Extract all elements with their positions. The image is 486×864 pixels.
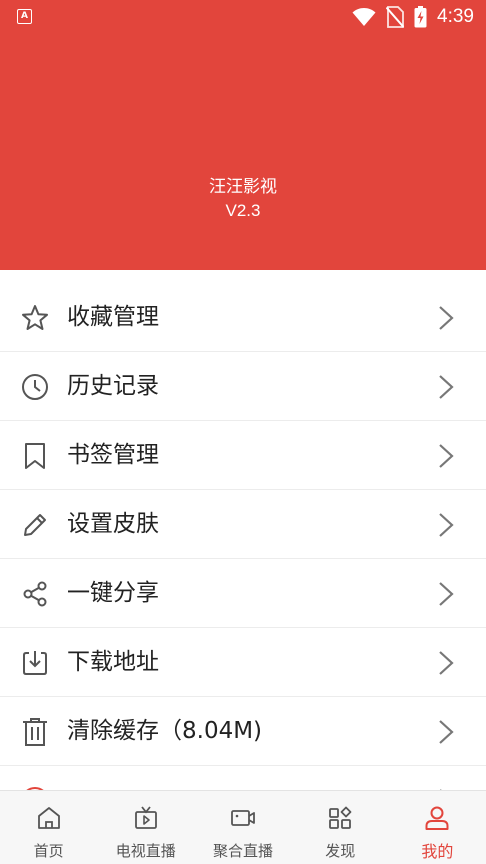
menu-item-download[interactable]: 下载地址: [0, 628, 486, 697]
status-time: 4:39: [437, 6, 474, 27]
menu-item-label: 清除缓存（8.04M): [67, 718, 263, 744]
no-sim-icon: [386, 6, 405, 28]
tab-discover[interactable]: 发现: [292, 791, 389, 864]
tab-aggregate-live[interactable]: 聚合直播: [194, 791, 291, 864]
chevron-right-icon: [439, 444, 454, 468]
menu-item-share[interactable]: 一键分享: [0, 559, 486, 628]
download-icon: [23, 651, 47, 675]
tab-label: 我的: [421, 842, 454, 861]
menu-item-favorites[interactable]: 收藏管理: [0, 283, 486, 352]
trash-icon: [23, 718, 47, 746]
home-icon: [37, 807, 60, 829]
menu-item-label: 一键分享: [67, 580, 159, 606]
notification-app-icon: A: [17, 9, 32, 24]
status-bar: A 4:39: [0, 0, 486, 34]
video-camera-icon: [231, 810, 255, 826]
menu-item-label: 书签管理: [67, 442, 159, 468]
bookmark-icon: [25, 443, 45, 469]
chevron-right-icon: [439, 375, 454, 399]
wifi-icon: [352, 8, 376, 26]
menu-item-skin[interactable]: 设置皮肤: [0, 490, 486, 559]
settings-menu: 收藏管理 历史记录 书签管理 设置皮肤 一键分享 下载地址 清除缓存（8.04M…: [0, 270, 486, 790]
menu-item-label: 设置皮肤: [67, 511, 159, 537]
tab-tv-live[interactable]: 电视直播: [97, 791, 194, 864]
clock-icon: [22, 374, 48, 400]
tab-label: 发现: [325, 842, 356, 860]
tab-home[interactable]: 首页: [0, 791, 97, 864]
chevron-right-icon: [439, 582, 454, 606]
app-screen: A 4:39 汪汪影视 V2.3 收藏管理 历史记录 书签管理 设置皮肤 一键分…: [0, 0, 486, 864]
chevron-right-icon: [439, 306, 454, 330]
pencil-icon: [24, 514, 46, 536]
tab-label: 聚合直播: [213, 842, 274, 860]
menu-item-label: 下载地址: [67, 649, 159, 675]
battery-charging-icon: [414, 6, 427, 28]
chevron-right-icon: [439, 651, 454, 675]
user-icon: [425, 806, 449, 830]
menu-item-label: 历史记录: [67, 373, 159, 399]
tab-label: 电视直播: [115, 842, 176, 860]
menu-item-partial[interactable]: [0, 766, 486, 790]
grid-icon: [329, 806, 352, 829]
star-icon: [22, 305, 48, 330]
menu-item-history[interactable]: 历史记录: [0, 352, 486, 421]
bottom-tab-bar: 首页 电视直播 聚合直播 发现 我的: [0, 790, 486, 864]
app-version: V2.3: [225, 201, 261, 220]
profile-header: A 4:39 汪汪影视 V2.3: [0, 0, 486, 270]
chevron-right-icon: [439, 720, 454, 744]
tv-icon: [134, 806, 157, 829]
share-icon: [23, 581, 47, 607]
chevron-right-icon: [439, 513, 454, 537]
tab-label: 首页: [33, 842, 64, 860]
status-right: 4:39: [352, 5, 474, 29]
menu-item-clear-cache[interactable]: 清除缓存（8.04M): [0, 697, 486, 766]
app-name: 汪汪影视: [209, 177, 277, 197]
menu-item-bookmarks[interactable]: 书签管理: [0, 421, 486, 490]
tab-mine[interactable]: 我的: [389, 791, 486, 864]
menu-item-label: 收藏管理: [67, 304, 159, 330]
